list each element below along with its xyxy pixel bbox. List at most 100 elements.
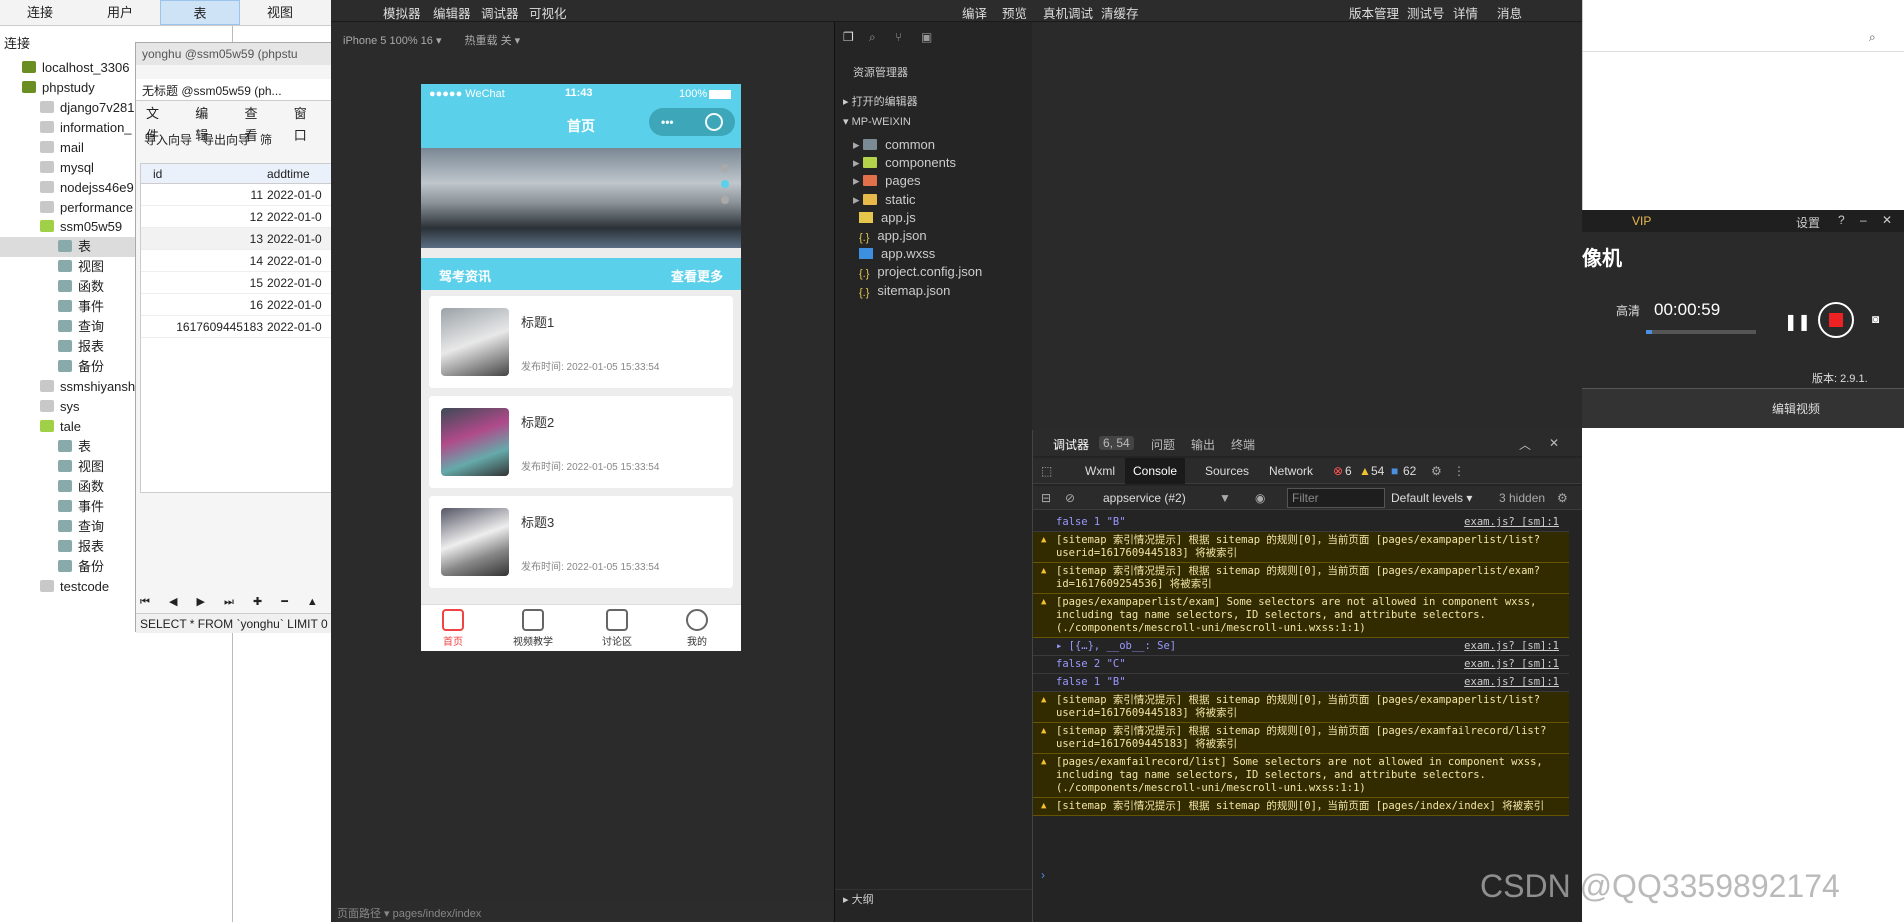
context-select[interactable]: appservice (#2) <box>1103 491 1186 505</box>
tree-item[interactable]: django7v281 <box>40 98 134 118</box>
quality-label[interactable]: 高清 <box>1616 302 1640 319</box>
page-path-bar[interactable]: 页面路径 ▾ pages/index/index <box>331 902 833 922</box>
tree-item[interactable]: nodejss46e9 <box>40 178 134 198</box>
banner-dot[interactable] <box>721 164 729 172</box>
cell-id[interactable]: 13 <box>153 228 263 250</box>
col-id[interactable]: id <box>153 167 162 181</box>
settings-button[interactable]: 设置 <box>1796 214 1820 231</box>
menu-view[interactable]: 视图 <box>240 0 320 25</box>
console-log[interactable]: false 2 "C" exam.js? [sm]:1 <box>1033 656 1569 674</box>
cell-id[interactable]: 1617609445183 <box>153 316 263 338</box>
device-select[interactable]: iPhone 5 100% 16 ▾ <box>343 35 441 47</box>
menu-file[interactable]: 文件 <box>146 103 171 143</box>
tab-debugger[interactable]: 调试器 <box>481 3 519 22</box>
cell-addtime[interactable]: 2022-01-0 <box>267 272 322 294</box>
sidebar-toggle-icon[interactable]: ⊟ <box>1041 491 1051 505</box>
cell-id[interactable]: 16 <box>153 294 263 316</box>
cell-id[interactable]: 14 <box>153 250 263 272</box>
tree-item[interactable]: 函数 <box>58 477 104 497</box>
open-editors-section[interactable]: ▸ 打开的编辑器 <box>835 92 1033 112</box>
messages-button[interactable]: 消息 <box>1497 3 1522 22</box>
import-wizard-button[interactable]: 导入向导 <box>144 129 192 151</box>
console-log[interactable]: ▸ [{…}, __ob__: Se] exam.js? [sm]:1 <box>1033 638 1569 656</box>
table-row[interactable]: 13 2022-01-0 <box>141 228 334 250</box>
tree-item[interactable]: 事件 <box>58 297 104 317</box>
compile-button[interactable]: 编译 <box>962 3 987 22</box>
search-icon[interactable]: ⌕ <box>1869 30 1876 45</box>
cell-id[interactable]: 15 <box>153 272 263 294</box>
chevron-right-icon[interactable]: ▸ <box>853 155 863 170</box>
news-card[interactable]: 标题3 发布时间: 2022-01-05 15:33:54 <box>429 496 733 588</box>
chevron-right-icon[interactable]: ▸ <box>853 137 863 152</box>
menu-edit[interactable]: 编辑 <box>195 103 220 143</box>
console-warning[interactable]: [sitemap 索引情况提示] 根据 sitemap 的规则[0]，当前页面 … <box>1033 798 1569 816</box>
cell-addtime[interactable]: 2022-01-0 <box>267 316 322 338</box>
tab-visual[interactable]: 可视化 <box>529 3 567 22</box>
log-source-link[interactable]: exam.js? [sm]:1 <box>1464 516 1559 529</box>
chevron-down-icon[interactable]: ▼ <box>1219 491 1231 505</box>
banner-dot[interactable] <box>721 196 729 204</box>
chevron-right-icon[interactable]: ▸ <box>853 192 863 207</box>
log-source-link[interactable]: exam.js? [sm]:1 <box>1464 676 1559 689</box>
stop-record-button[interactable] <box>1818 302 1854 338</box>
export-wizard-button[interactable]: 导出向导 <box>202 129 250 151</box>
tab-home[interactable]: 首页 <box>423 609 483 648</box>
tree-item[interactable]: mysql <box>40 158 94 178</box>
tree-item[interactable]: 备份 <box>58 357 104 377</box>
tab-sources[interactable]: Sources <box>1205 464 1249 478</box>
clear-console-icon[interactable]: ⊘ <box>1065 491 1075 505</box>
tab-simulator[interactable]: 模拟器 <box>383 3 421 22</box>
cell-id[interactable]: 11 <box>153 184 263 206</box>
console-log[interactable]: false 1 "B" exam.js? [sm]:1 <box>1033 514 1569 532</box>
tree-item[interactable]: tale <box>40 417 81 437</box>
minimize-icon[interactable]: – <box>1860 213 1867 227</box>
cell-addtime[interactable]: 2022-01-0 <box>267 294 322 316</box>
tree-item[interactable]: phpstudy <box>22 78 95 98</box>
remote-debug-button[interactable]: 真机调试 <box>1043 3 1093 22</box>
tab-editor[interactable]: 编辑器 <box>433 3 471 22</box>
console-log[interactable]: false 1 "B" exam.js? [sm]:1 <box>1033 674 1569 692</box>
tree-item[interactable]: 表 <box>58 437 91 457</box>
version-button[interactable]: 版本管理 <box>1349 3 1399 22</box>
tree-item[interactable]: 报表 <box>58 537 104 557</box>
kebab-icon[interactable]: ⋮ <box>1453 464 1465 478</box>
settings-icon[interactable]: ⚙ <box>1557 491 1568 505</box>
tab-wxml[interactable]: Wxml <box>1085 464 1115 478</box>
tree-item[interactable]: 函数 <box>58 277 104 297</box>
file-item[interactable]: {.} sitemap.json <box>835 280 1033 302</box>
view-more-link[interactable]: 查看更多 <box>671 266 723 285</box>
filter-button[interactable]: 筛 <box>260 129 272 151</box>
outline-section[interactable]: ▸ 大纲 <box>835 889 1033 909</box>
files-icon[interactable]: ❐ <box>843 30 854 44</box>
filter-input[interactable]: Filter <box>1287 488 1385 508</box>
tree-item[interactable]: testcode <box>40 577 109 597</box>
project-section[interactable]: ▾ MP-WEIXIN <box>835 112 1033 132</box>
clear-cache-button[interactable]: 清缓存 <box>1101 3 1139 22</box>
tree-item[interactable]: 视图 <box>58 457 104 477</box>
console-warning[interactable]: [sitemap 索引情况提示] 根据 sitemap 的规则[0]，当前页面 … <box>1033 692 1569 723</box>
record-nav[interactable]: ⏮ ◀ ▶ ⏭ ✚ ━ ▲ <box>140 595 333 611</box>
tree-item[interactable]: ssm05w59 <box>40 217 122 237</box>
tab-forum[interactable]: 讨论区 <box>587 609 647 648</box>
tab-video[interactable]: 视频教学 <box>503 609 563 648</box>
more-icon[interactable]: ••• <box>661 115 674 129</box>
tree-item[interactable]: 查询 <box>58 317 104 337</box>
tree-item[interactable]: 备份 <box>58 557 104 577</box>
close-capsule-icon[interactable] <box>705 113 723 131</box>
tab-network[interactable]: Network <box>1269 464 1313 478</box>
tree-item[interactable]: 事件 <box>58 497 104 517</box>
tree-item[interactable]: mail <box>40 138 84 158</box>
tree-item[interactable]: localhost_3306 <box>22 58 129 78</box>
col-addtime[interactable]: addtime <box>267 167 310 181</box>
tree-item[interactable]: 查询 <box>58 517 104 537</box>
tree-item[interactable]: information_ <box>40 118 132 138</box>
tree-item[interactable]: sys <box>40 397 80 417</box>
menu-connect[interactable]: 连接 <box>0 0 80 25</box>
table-row[interactable]: 15 2022-01-0 <box>141 272 334 294</box>
tree-item[interactable]: 表 <box>58 237 91 257</box>
hot-reload-select[interactable]: 热重载 关 ▾ <box>465 35 521 47</box>
tab-output[interactable]: 输出 <box>1191 436 1215 453</box>
console-prompt[interactable]: › <box>1041 868 1045 882</box>
tree-item[interactable]: performance <box>40 198 133 218</box>
tab-console[interactable]: Console <box>1125 458 1186 484</box>
